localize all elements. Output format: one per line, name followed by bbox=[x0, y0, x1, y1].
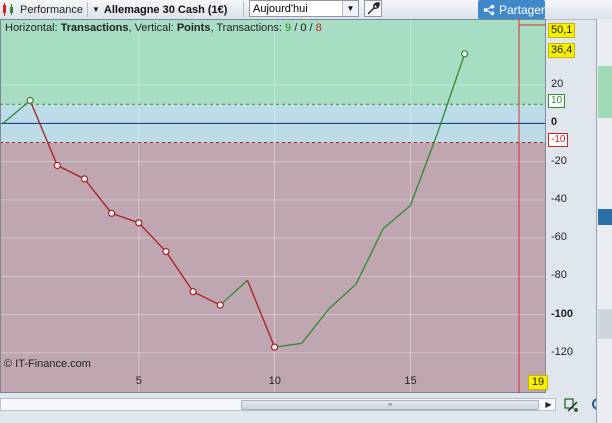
data-point bbox=[135, 219, 143, 227]
share-button[interactable]: Partager bbox=[478, 0, 545, 19]
data-point bbox=[53, 161, 61, 170]
grip-icon: ≡ bbox=[388, 402, 393, 409]
transactions-key: , Transactions: bbox=[210, 22, 282, 34]
y-tick-label: -100 bbox=[551, 307, 574, 320]
upper-band-label: 10 bbox=[548, 94, 566, 108]
data-point bbox=[162, 247, 170, 256]
y-tick-label: -20 bbox=[551, 154, 567, 167]
count-separator: / bbox=[291, 22, 301, 34]
vertical-key: , Vertical: bbox=[128, 22, 174, 34]
y-tick-label: -60 bbox=[551, 231, 567, 244]
x-tick-label: 10 bbox=[268, 375, 281, 387]
lower-band-label: -10 bbox=[548, 133, 569, 147]
x-tick-label: 5 bbox=[135, 375, 142, 387]
horizontal-value: Transactions bbox=[60, 22, 129, 34]
chart-info-line: Horizontal: Transactions, Vertical: Poin… bbox=[5, 22, 322, 34]
performance-label: Performance bbox=[20, 3, 83, 16]
y-tick-label: 0 bbox=[551, 116, 558, 129]
last-value-badge: 36,4 bbox=[548, 43, 576, 58]
side-panel-edge bbox=[596, 19, 612, 423]
toolbar-separator bbox=[243, 2, 244, 17]
y-tick-label: 20 bbox=[551, 78, 564, 91]
performance-chart[interactable] bbox=[0, 19, 548, 393]
side-panel-gray-block bbox=[598, 309, 612, 339]
scroll-right-arrow-icon[interactable]: ▶ bbox=[543, 400, 554, 410]
instrument-selector[interactable]: ▼ Allemagne 30 Cash (1€) bbox=[92, 1, 227, 18]
caret-down-icon: ▼ bbox=[92, 5, 100, 14]
share-icon bbox=[483, 4, 495, 15]
wrench-icon bbox=[367, 2, 380, 15]
period-value: Aujourd'hui bbox=[253, 2, 308, 15]
losing-count: 8 bbox=[315, 22, 322, 34]
data-point bbox=[461, 50, 469, 58]
candlestick-icon bbox=[3, 3, 13, 16]
share-label: Partager bbox=[498, 2, 545, 17]
chevron-down-icon[interactable]: ▼ bbox=[342, 1, 358, 16]
y-tick-label: -40 bbox=[551, 192, 567, 205]
crosshair-tool-icon[interactable] bbox=[562, 396, 580, 414]
scrollbar-thumb[interactable]: ≡ bbox=[241, 400, 539, 410]
watermark: © IT-Finance.com bbox=[4, 358, 91, 370]
x-cursor-badge: 19 bbox=[528, 375, 548, 390]
count-separator: / bbox=[306, 22, 316, 34]
side-panel-blue-block bbox=[598, 209, 612, 225]
max-value-badge: 50,1 bbox=[548, 23, 576, 38]
data-point bbox=[270, 343, 279, 351]
side-panel-green-block bbox=[598, 66, 612, 118]
instrument-label: Allemagne 30 Cash (1€) bbox=[103, 3, 228, 16]
vertical-value: Points bbox=[176, 22, 211, 34]
y-tick-label: -120 bbox=[551, 345, 574, 358]
data-point bbox=[108, 209, 116, 217]
toolbar: Performance ▼ Allemagne 30 Cash (1€) Auj… bbox=[0, 0, 612, 20]
horizontal-scrollbar[interactable]: ≡ ▶ bbox=[0, 398, 556, 411]
toolbar-separator bbox=[87, 2, 88, 17]
data-point bbox=[26, 96, 34, 105]
performance-menu-button[interactable]: Performance bbox=[1, 1, 83, 18]
horizontal-key: Horizontal: bbox=[5, 22, 58, 34]
settings-wrench-button[interactable] bbox=[364, 0, 382, 17]
data-point bbox=[80, 175, 89, 183]
x-tick-label: 15 bbox=[404, 375, 417, 387]
period-select[interactable]: Aujourd'hui ▼ bbox=[249, 0, 359, 17]
data-point bbox=[216, 301, 224, 309]
y-tick-label: -80 bbox=[551, 269, 567, 282]
data-point bbox=[189, 288, 197, 296]
